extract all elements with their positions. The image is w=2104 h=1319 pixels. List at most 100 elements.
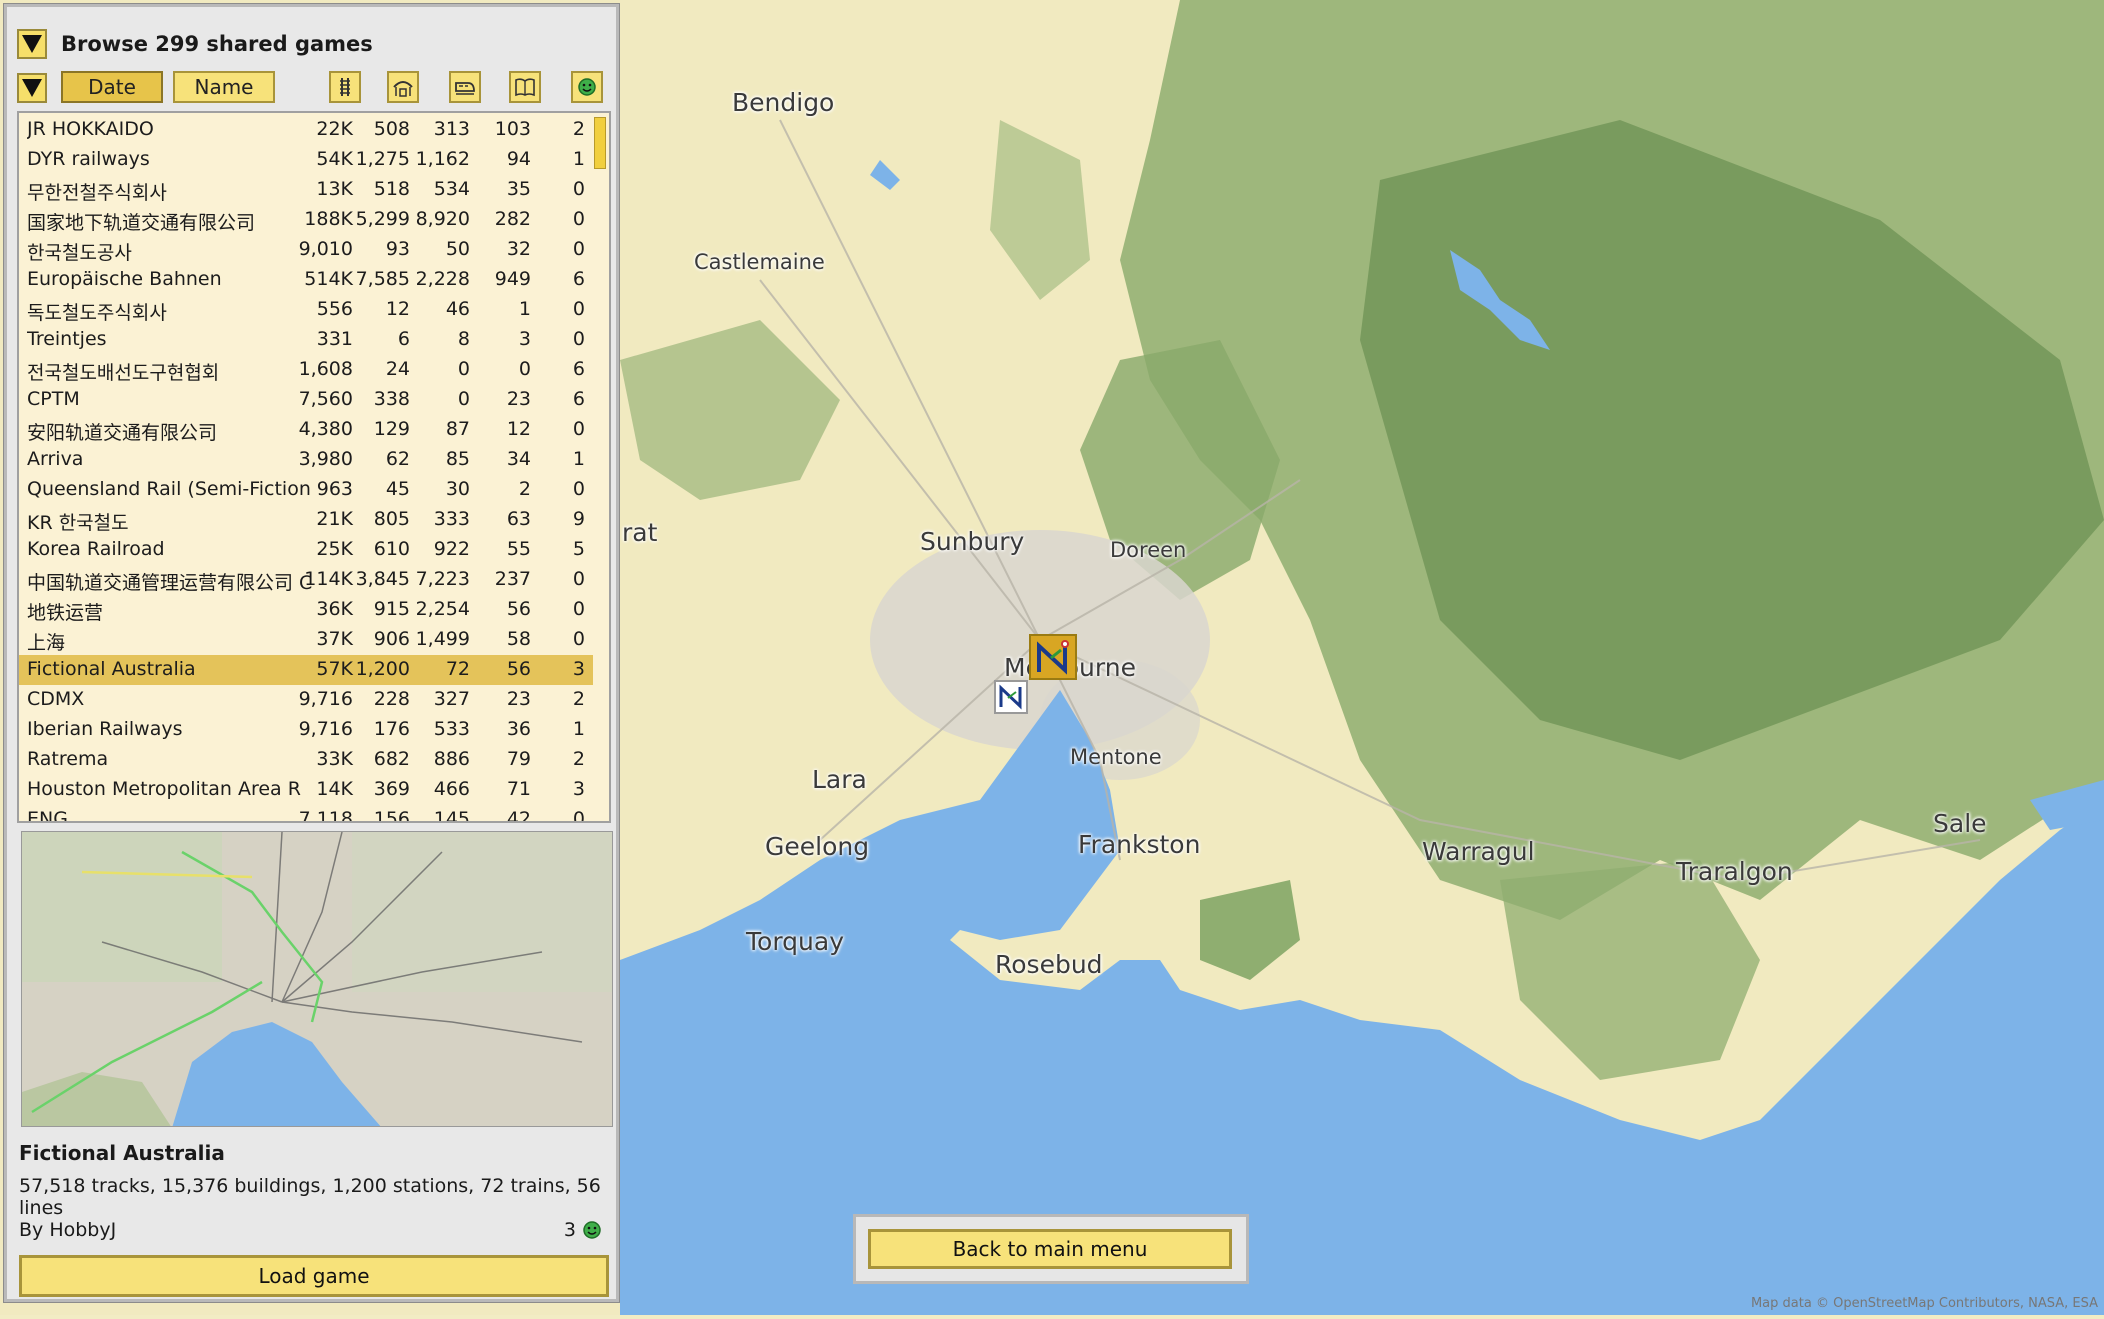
game-stations-cell: 6 bbox=[397, 328, 410, 350]
game-tracks-cell: 9,716 bbox=[298, 718, 353, 740]
game-likes-cell: 5 bbox=[572, 538, 585, 560]
sort-stations-button[interactable] bbox=[387, 71, 419, 103]
game-lines-cell: 2 bbox=[518, 478, 531, 500]
game-tracks-cell: 3,980 bbox=[298, 448, 353, 470]
place-label: Torquay bbox=[746, 927, 844, 956]
sort-direction-button[interactable] bbox=[17, 73, 47, 103]
game-stations-cell: 93 bbox=[385, 238, 410, 260]
place-label: Rosebud bbox=[995, 950, 1103, 979]
game-row[interactable]: JR HOKKAIDO 22K 508 313 103 2 bbox=[19, 115, 595, 145]
game-row[interactable]: CPTM 7,560 338 0 23 6 bbox=[19, 385, 595, 415]
game-likes-cell: 0 bbox=[572, 328, 585, 350]
game-stations-cell: 228 bbox=[373, 688, 410, 710]
games-list[interactable]: JR HOKKAIDO 22K 508 313 103 2 DYR railways 54K 1… bbox=[17, 111, 611, 823]
game-stations-cell: 369 bbox=[373, 778, 410, 800]
game-row[interactable]: 地铁运营 36K 915 2,254 56 0 bbox=[19, 595, 595, 625]
game-row[interactable]: Iberian Railways 9,716 176 533 36 1 bbox=[19, 715, 595, 745]
collapse-panel-button[interactable] bbox=[17, 29, 47, 59]
game-trains-cell: 72 bbox=[445, 658, 470, 680]
game-row[interactable]: Korea Railroad 25K 610 922 55 5 bbox=[19, 535, 595, 565]
game-row[interactable]: 한국철도공사 9,010 93 50 32 0 bbox=[19, 235, 595, 265]
game-likes-cell: 0 bbox=[572, 598, 585, 620]
game-stations-cell: 3,845 bbox=[355, 568, 410, 590]
game-marker-fictional-australia[interactable] bbox=[1029, 634, 1077, 680]
game-row[interactable]: 독도철도주식회사 556 12 46 1 0 bbox=[19, 295, 595, 325]
game-row[interactable]: DYR railways 54K 1,275 1,162 94 1 bbox=[19, 145, 595, 175]
game-lines-cell: 36 bbox=[506, 718, 531, 740]
game-name-cell: 무한전철주식회사 bbox=[27, 182, 167, 204]
game-lines-cell: 63 bbox=[506, 508, 531, 530]
game-name-cell: Iberian Railways bbox=[27, 718, 183, 740]
game-name-cell: DYR railways bbox=[27, 148, 150, 170]
game-name-cell: 国家地下轨道交通有限公司 bbox=[27, 212, 256, 234]
game-trains-cell: 333 bbox=[433, 508, 470, 530]
place-label: Bendigo bbox=[732, 88, 835, 117]
sort-name-button[interactable]: Name bbox=[173, 71, 275, 103]
game-trains-cell: 313 bbox=[433, 118, 470, 140]
game-name-cell: ENG bbox=[27, 808, 68, 823]
game-trains-cell: 534 bbox=[433, 178, 470, 200]
game-trains-cell: 30 bbox=[445, 478, 470, 500]
line-column-icon bbox=[515, 78, 535, 97]
game-stations-cell: 338 bbox=[373, 388, 410, 410]
game-lines-cell: 34 bbox=[506, 448, 531, 470]
games-list-scrollbar[interactable] bbox=[593, 113, 609, 821]
game-likes-cell: 2 bbox=[572, 748, 585, 770]
game-likes-cell: 0 bbox=[572, 418, 585, 440]
game-marker[interactable] bbox=[994, 680, 1028, 714]
game-row[interactable]: Arriva 3,980 62 85 34 1 bbox=[19, 445, 595, 475]
game-row[interactable]: KR 한국철도 21K 805 333 63 9 bbox=[19, 505, 595, 535]
game-trains-cell: 8 bbox=[457, 328, 470, 350]
sort-date-button[interactable]: Date bbox=[61, 71, 163, 103]
game-stations-cell: 176 bbox=[373, 718, 410, 740]
metro-n-icon bbox=[1037, 640, 1069, 675]
game-row[interactable]: 上海 37K 906 1,499 58 0 bbox=[19, 625, 595, 655]
game-likes-cell: 0 bbox=[572, 298, 585, 320]
game-trains-cell: 87 bbox=[445, 418, 470, 440]
game-name-cell: CPTM bbox=[27, 388, 80, 410]
sort-trains-button[interactable] bbox=[449, 71, 481, 103]
place-label: Castlemaine bbox=[694, 250, 825, 274]
game-trains-cell: 0 bbox=[457, 388, 470, 410]
game-row[interactable]: 国家地下轨道交通有限公司 188K 5,299 8,920 282 0 bbox=[19, 205, 595, 235]
sort-lines-button[interactable] bbox=[509, 71, 541, 103]
sort-tracks-button[interactable] bbox=[329, 71, 361, 103]
game-trains-cell: 46 bbox=[445, 298, 470, 320]
game-trains-cell: 0 bbox=[457, 358, 470, 380]
game-stations-cell: 1,200 bbox=[355, 658, 410, 680]
game-lines-cell: 12 bbox=[506, 418, 531, 440]
game-lines-cell: 35 bbox=[506, 178, 531, 200]
game-row[interactable]: 전국철도배선도구현협회 1,608 24 0 0 6 bbox=[19, 355, 595, 385]
game-lines-cell: 1 bbox=[518, 298, 531, 320]
game-row[interactable]: 中国轨道交通管理运营有限公司 C 114K 3,845 7,223 237 0 bbox=[19, 565, 595, 595]
game-stations-cell: 156 bbox=[373, 808, 410, 823]
game-likes-cell: 0 bbox=[572, 808, 585, 823]
game-lines-cell: 23 bbox=[506, 388, 531, 410]
game-name-cell: Arriva bbox=[27, 448, 84, 470]
game-stations-cell: 5,299 bbox=[355, 208, 410, 230]
game-row[interactable]: ENG 7,118 156 145 42 0 bbox=[19, 805, 595, 823]
sort-likes-button[interactable] bbox=[571, 71, 603, 103]
game-lines-cell: 23 bbox=[506, 688, 531, 710]
game-row[interactable]: 무한전철주식회사 13K 518 534 35 0 bbox=[19, 175, 595, 205]
back-to-main-menu-button[interactable]: Back to main menu bbox=[868, 1229, 1232, 1269]
game-tracks-cell: 331 bbox=[316, 328, 353, 350]
game-row[interactable]: Queensland Rail (Semi-Fiction 963 45 30 2 0 bbox=[19, 475, 595, 505]
game-row[interactable]: Houston Metropolitan Area R 14K 369 466 71 3 bbox=[19, 775, 595, 805]
game-lines-cell: 55 bbox=[506, 538, 531, 560]
game-row-selected[interactable]: Fictional Australia 57K 1,200 72 56 3 bbox=[19, 655, 595, 685]
game-stations-cell: 682 bbox=[373, 748, 410, 770]
game-tracks-cell: 4,380 bbox=[298, 418, 353, 440]
load-game-button[interactable]: Load game bbox=[19, 1255, 609, 1297]
game-likes-cell: 3 bbox=[572, 658, 585, 680]
metro-n-icon bbox=[999, 684, 1022, 710]
game-row[interactable]: CDMX 9,716 228 327 23 2 bbox=[19, 685, 595, 715]
game-trains-cell: 1,499 bbox=[415, 628, 470, 650]
game-row[interactable]: Europäische Bahnen 514K 7,585 2,228 949 6 bbox=[19, 265, 595, 295]
scrollbar-thumb[interactable] bbox=[594, 117, 606, 169]
game-row[interactable]: Ratrema 33K 682 886 79 2 bbox=[19, 745, 595, 775]
game-row[interactable]: 安阳轨道交通有限公司 4,380 129 87 12 0 bbox=[19, 415, 595, 445]
game-stations-cell: 610 bbox=[373, 538, 410, 560]
game-row[interactable]: Treintjes 331 6 8 3 0 bbox=[19, 325, 595, 355]
panel-title: Browse 299 shared games bbox=[61, 32, 373, 56]
